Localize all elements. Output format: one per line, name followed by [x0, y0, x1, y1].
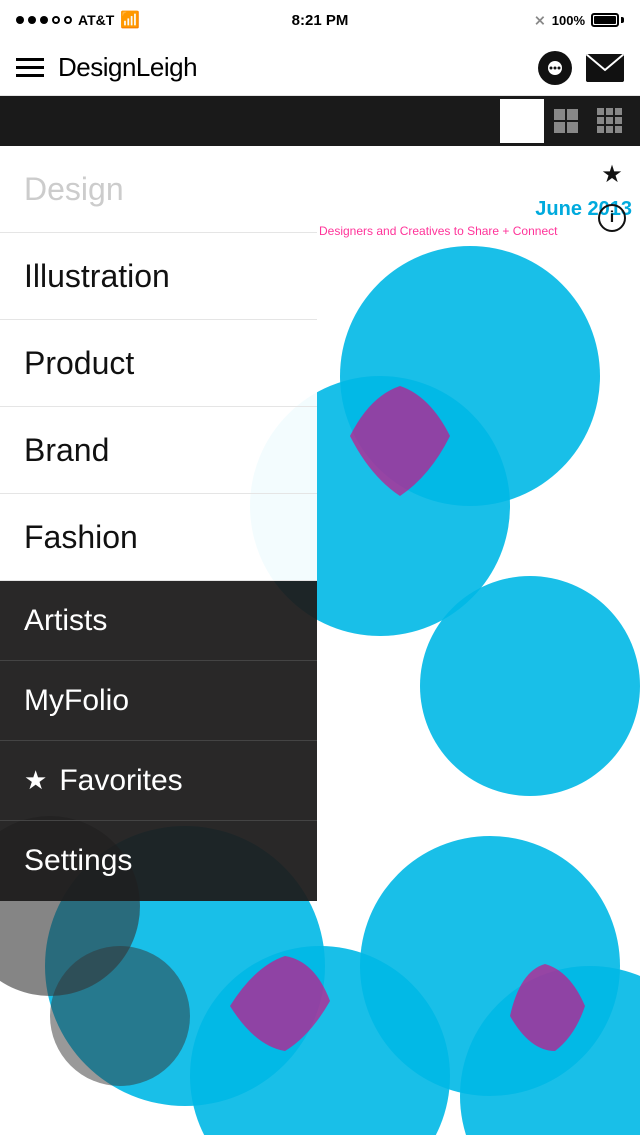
right-content: ★ i June 2013 Designers and Creatives to…: [317, 146, 640, 1135]
battery-body: [591, 13, 619, 27]
grid3-view-icon: [596, 107, 624, 135]
action-buttons: ★ i: [592, 154, 632, 238]
view-single-button[interactable]: [500, 99, 544, 143]
battery-fill: [594, 16, 616, 24]
header-left: DesignLeigh: [16, 52, 197, 83]
sidebar-label-fashion: Fashion: [24, 519, 138, 556]
sidebar-label-illustration: Illustration: [24, 258, 170, 295]
dot-2: [28, 16, 36, 24]
app-title: DesignLeigh: [58, 52, 197, 83]
dot-1: [16, 16, 24, 24]
status-right: ⨯ 100%: [534, 12, 624, 29]
sidebar-white-section: Design Illustration Product Brand Fashio…: [0, 146, 317, 581]
battery-indicator: [591, 13, 624, 27]
chat-svg: [546, 59, 564, 77]
header: DesignLeigh: [0, 40, 640, 96]
sidebar-label-product: Product: [24, 345, 134, 382]
info-button[interactable]: i: [592, 198, 632, 238]
battery-percent: 100%: [552, 13, 585, 28]
dot-5: [64, 16, 72, 24]
dot-4: [52, 16, 60, 24]
toolbar-strip: [0, 96, 640, 146]
sidebar-item-settings[interactable]: Settings: [0, 821, 317, 901]
battery-tip: [621, 17, 624, 23]
sidebar-item-fashion[interactable]: Fashion: [0, 494, 317, 581]
info-icon: i: [598, 204, 626, 232]
sidebar-item-illustration[interactable]: Illustration: [0, 233, 317, 320]
hamburger-line-2: [16, 66, 44, 69]
sidebar-label-myfolio: MyFolio: [24, 684, 129, 718]
signal-dots: [16, 16, 72, 24]
star-icon: ★: [601, 160, 623, 189]
sidebar-item-design[interactable]: Design: [0, 146, 317, 233]
sidebar-item-product[interactable]: Product: [0, 320, 317, 407]
sidebar-label-brand: Brand: [24, 432, 109, 469]
view-grid2-button[interactable]: [544, 99, 588, 143]
sidebar-item-brand[interactable]: Brand: [0, 407, 317, 494]
view-grid3-button[interactable]: [588, 99, 632, 143]
status-left: AT&T 📶: [16, 10, 140, 30]
favorite-button[interactable]: ★: [592, 154, 632, 194]
sidebar-item-artists[interactable]: Artists: [0, 581, 317, 661]
carrier-label: AT&T: [78, 12, 114, 28]
sidebar-item-myfolio[interactable]: MyFolio: [0, 661, 317, 741]
status-bar: AT&T 📶 8:21 PM ⨯ 100%: [0, 0, 640, 40]
sidebar-label-design: Design: [24, 171, 124, 208]
header-right: [538, 51, 624, 85]
wifi-icon: 📶: [120, 10, 140, 30]
menu-button[interactable]: [16, 58, 44, 77]
main-content: Design Illustration Product Brand Fashio…: [0, 146, 640, 1135]
bluetooth-icon: ⨯: [534, 12, 546, 29]
grid2-view-icon: [552, 107, 580, 135]
hamburger-line-3: [16, 74, 44, 77]
chat-icon[interactable]: [538, 51, 572, 85]
time-label: 8:21 PM: [292, 12, 349, 29]
dot-3: [40, 16, 48, 24]
star-icon: ★: [24, 765, 47, 796]
sidebar-dark-section: Artists MyFolio ★ Favorites Settings: [0, 581, 317, 901]
sidebar-label-artists: Artists: [24, 604, 107, 638]
hamburger-line-1: [16, 58, 44, 61]
sidebar-item-favorites[interactable]: ★ Favorites: [0, 741, 317, 821]
mail-svg: [586, 54, 624, 82]
sidebar-label-favorites: Favorites: [59, 764, 182, 798]
sidebar: Design Illustration Product Brand Fashio…: [0, 146, 317, 1135]
mail-icon[interactable]: [586, 54, 624, 82]
single-view-icon: [508, 107, 536, 135]
sidebar-label-settings: Settings: [24, 844, 132, 878]
